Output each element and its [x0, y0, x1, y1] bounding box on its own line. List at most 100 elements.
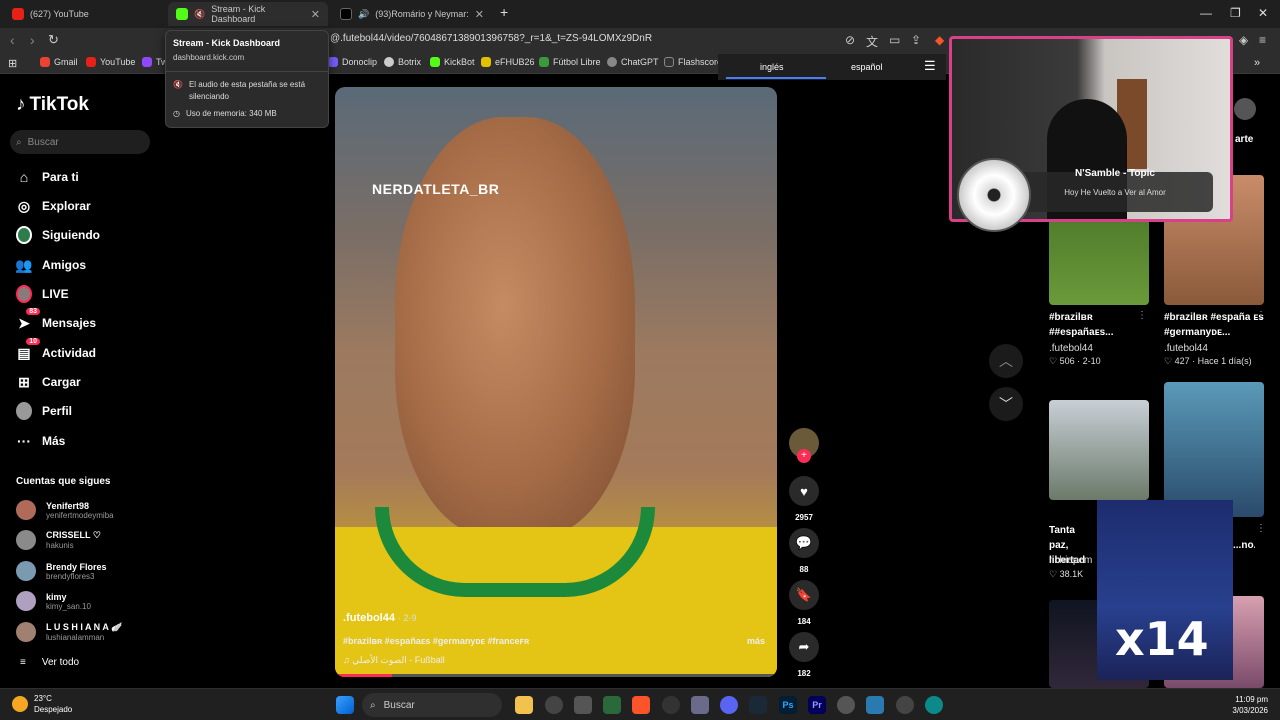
nav-explorar[interactable]: ◎ Explorar	[16, 198, 91, 214]
close-tab-icon[interactable]: ✕	[311, 8, 320, 21]
translate-option-spanish[interactable]: español	[851, 62, 883, 72]
followed-account[interactable]: kimy kimy_san.10	[16, 591, 91, 611]
tab-kick-dashboard[interactable]: 🔇 Stream - Kick Dashboard ✕	[168, 2, 328, 26]
save-button[interactable]: 🔖 184	[788, 580, 820, 626]
previous-video-button[interactable]: ︿	[989, 344, 1023, 378]
app-icon[interactable]	[545, 696, 563, 714]
see-all-button[interactable]: ≡ Ver todo	[20, 657, 79, 668]
nav-mas[interactable]: ··· Más	[16, 433, 65, 449]
video-hashtags[interactable]: #brazilʙʀ #españaᴇs #germanyᴅᴇ #franceꜰʀ	[343, 636, 529, 647]
weather-widget[interactable]: 23°C Despejado	[12, 693, 72, 715]
maximize-icon[interactable]: ❐	[1230, 6, 1241, 20]
followed-account[interactable]: Yenifert98 yenifertmodeymiba	[16, 500, 114, 520]
nav-live[interactable]: LIVE	[16, 285, 69, 303]
bookmarks-overflow-icon[interactable]: »	[1254, 57, 1260, 69]
video-caption[interactable]: #brazilʙʀ #españa ᴇs #germanyᴅᴇ...	[1164, 310, 1264, 340]
nav-actividad[interactable]: ▤ 10 Actividad	[16, 338, 96, 361]
video-thumbnail[interactable]	[1049, 400, 1149, 500]
cast-icon[interactable]: ▭	[889, 33, 900, 47]
more-options-icon[interactable]: ⋮	[1256, 523, 1266, 534]
back-icon[interactable]: ‹	[10, 32, 15, 48]
app-icon[interactable]	[603, 696, 621, 714]
media-player-icon[interactable]	[896, 696, 914, 714]
close-tab-icon[interactable]: ✕	[475, 8, 484, 21]
video-sound[interactable]: ♫ الصوت الأصلي - Fußball	[343, 655, 445, 666]
bookmark-donoclip[interactable]: Donoclip	[328, 57, 377, 67]
video-thumbnail[interactable]	[1164, 382, 1264, 517]
edge-icon[interactable]	[925, 696, 943, 714]
like-button[interactable]: ♥ 2957	[788, 476, 820, 522]
brave-icon[interactable]	[632, 696, 650, 714]
app-icon[interactable]	[662, 696, 680, 714]
video-progress-bar[interactable]	[335, 674, 777, 677]
overlay-multiplier: x14	[1115, 612, 1209, 666]
bookmark-flashscore[interactable]: Flashscore	[664, 57, 722, 67]
profile-avatar[interactable]	[1234, 98, 1256, 120]
system-clock[interactable]: 11:09 pm 3/03/2026	[1228, 694, 1268, 716]
tab-youtube[interactable]: (627) YouTube	[4, 2, 164, 26]
nav-mensajes[interactable]: ➤ 83 Mensajes	[16, 308, 96, 331]
bookmark-youtube[interactable]: YouTube	[86, 57, 135, 67]
video-caption[interactable]: ...no...	[1233, 538, 1255, 553]
video-player[interactable]: NERDATLETA_BR .futebol44 · 2-9 #brazilʙʀ…	[335, 87, 777, 677]
share-icon[interactable]: ⇪	[911, 33, 921, 47]
tiktok-logo[interactable]: ♪ TikTok	[16, 94, 89, 116]
video-thumbnail[interactable]	[1049, 210, 1149, 305]
bookmark-futbol-libre[interactable]: Fútbol Libre	[539, 57, 601, 67]
share-button[interactable]: ➦ 182	[788, 632, 820, 678]
followed-account[interactable]: CRISSELL ♡ hakunis	[16, 530, 101, 550]
video-author[interactable]: .futebol44	[1164, 343, 1208, 354]
nav-cargar[interactable]: ⊞ Cargar	[16, 374, 81, 390]
bookmark-botrix[interactable]: Botrix	[384, 57, 421, 67]
followed-account[interactable]: L U S H I A N A 🪽 lushianalamman	[16, 622, 122, 642]
video-author[interactable]: .futebol44	[1049, 343, 1093, 354]
calculator-icon[interactable]	[691, 696, 709, 714]
minimize-icon[interactable]: —	[1200, 6, 1212, 20]
translate-icon[interactable]: 文	[866, 33, 878, 50]
nav-perfil[interactable]: Perfil	[16, 402, 72, 420]
new-tab-button[interactable]: +	[500, 4, 508, 20]
bookmark-twitch[interactable]: Tw	[142, 57, 168, 67]
tab-tiktok[interactable]: 🔊 (93)Romário y Neymar: Héro ✕	[332, 2, 492, 26]
forward-icon[interactable]: ›	[30, 32, 35, 48]
bookmark-chatgpt[interactable]: ChatGPT	[607, 57, 659, 67]
more-button[interactable]: más	[747, 636, 765, 646]
creator-avatar[interactable]: +	[788, 428, 820, 463]
video-caption[interactable]: #brazilʙʀ ##españaᴇs...	[1049, 310, 1149, 340]
nav-amigos[interactable]: 👥 Amigos	[15, 257, 86, 273]
followed-account[interactable]: Brendy Flores brendyflores3	[16, 561, 107, 581]
discord-icon[interactable]	[720, 696, 738, 714]
close-window-icon[interactable]: ✕	[1258, 6, 1268, 20]
more-options-icon[interactable]: ⋮	[1137, 310, 1147, 321]
video-author[interactable]: .futebol44 · 2-9	[343, 612, 417, 624]
video-author[interactable]: richiepem	[1049, 555, 1092, 566]
nav-siguiendo[interactable]: Siguiendo	[16, 226, 100, 244]
settings-gear-icon[interactable]	[837, 696, 855, 714]
photoshop-icon[interactable]: Ps	[779, 696, 797, 714]
bookmark-efhub26[interactable]: eFHUB26	[481, 57, 535, 67]
steam-icon[interactable]	[749, 696, 767, 714]
menu-icon[interactable]: ≡	[1259, 33, 1266, 47]
brave-shield-icon[interactable]: ◆	[935, 33, 944, 47]
premiere-icon[interactable]: Pr	[808, 696, 826, 714]
comment-button[interactable]: 💬 88	[788, 528, 820, 574]
mute-site-icon[interactable]: ⊘	[845, 33, 855, 47]
more-options-icon[interactable]: ⋮	[1256, 310, 1266, 321]
search-input[interactable]: ⌕ Buscar	[10, 130, 150, 154]
app-icon[interactable]	[574, 696, 592, 714]
vpn-icon[interactable]: ◈	[1239, 33, 1248, 47]
bookmark-kickbot[interactable]: KickBot	[430, 57, 475, 67]
windows-start-icon[interactable]	[336, 696, 354, 714]
follow-plus-icon[interactable]: +	[797, 449, 811, 463]
bookmark-gmail[interactable]: Gmail	[40, 57, 78, 67]
next-video-button[interactable]: ﹀	[989, 387, 1023, 421]
translate-menu-icon[interactable]: ☰	[924, 58, 936, 74]
apps-grid-icon[interactable]: ⊞	[8, 57, 17, 70]
taskbar-search[interactable]: ⌕ Buscar	[362, 693, 502, 717]
file-explorer-icon[interactable]	[515, 696, 533, 714]
address-bar[interactable]: @.futebol44/video/7604867138901396758?_r…	[330, 33, 652, 44]
reload-icon[interactable]: ↻	[48, 32, 59, 48]
translate-option-english[interactable]: inglés	[760, 62, 784, 72]
nav-para-ti[interactable]: ⌂ Para ti	[16, 169, 79, 185]
notepad-icon[interactable]	[866, 696, 884, 714]
